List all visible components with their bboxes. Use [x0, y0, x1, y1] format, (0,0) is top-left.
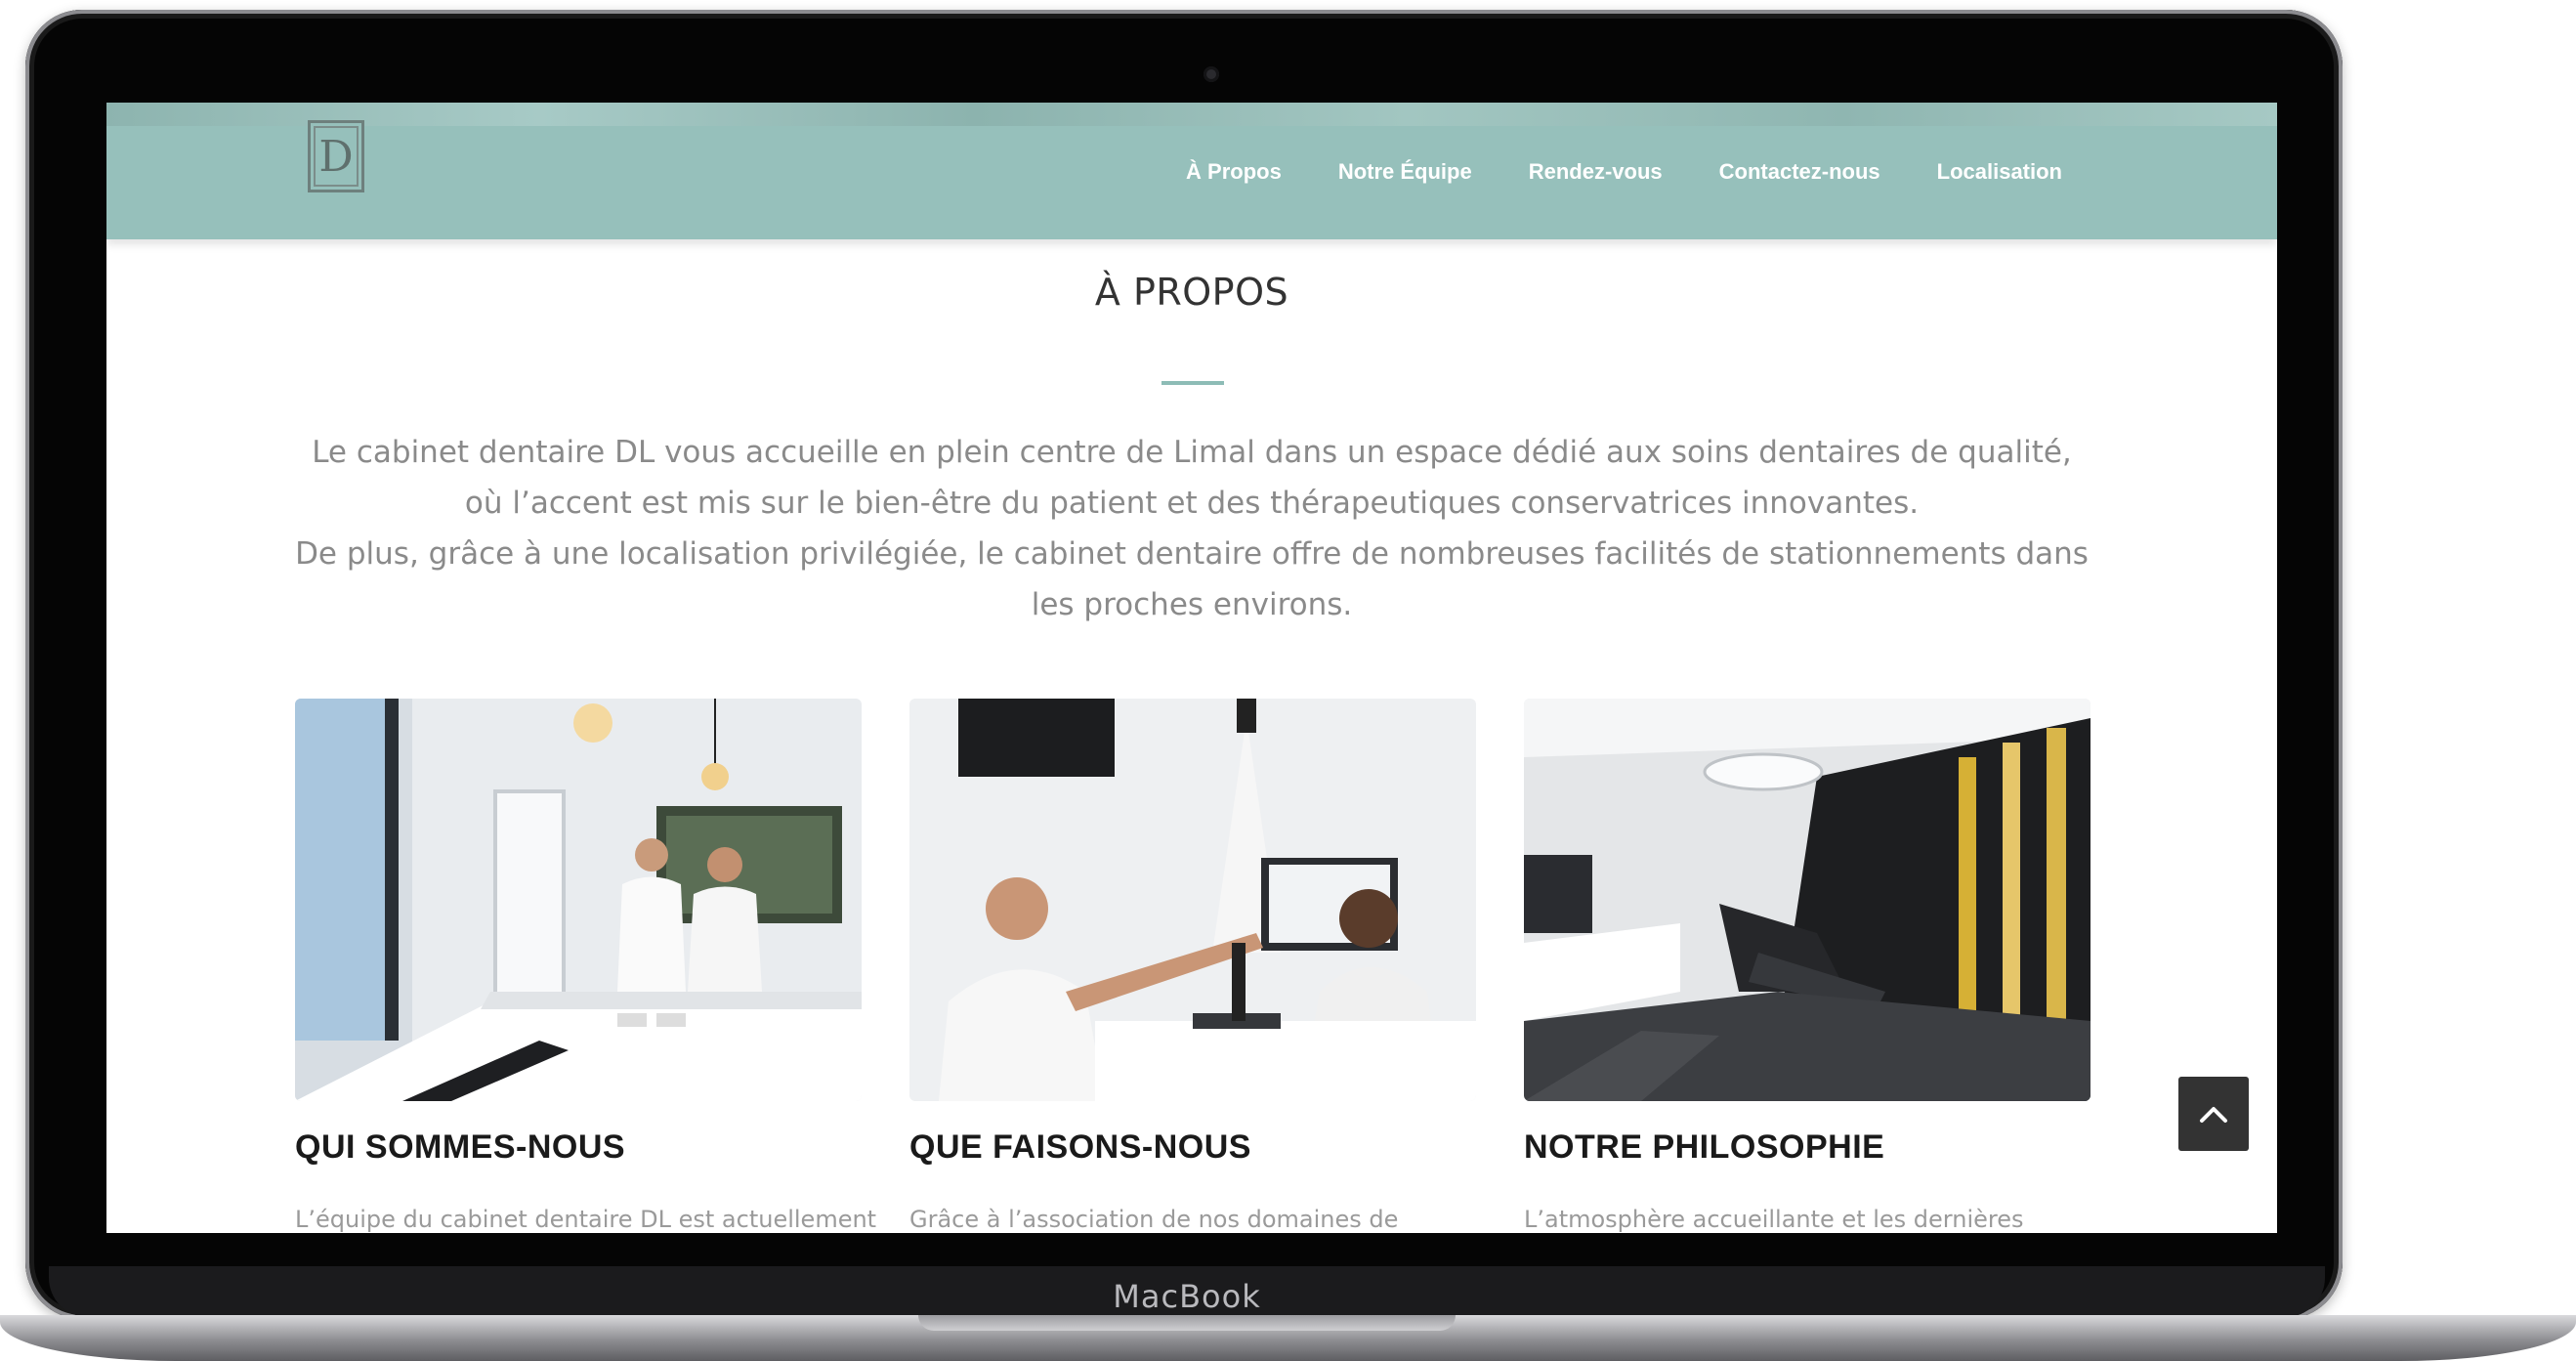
treatment-room-photo[interactable] — [1524, 699, 2090, 1101]
intro-paragraph-1: Le cabinet dentaire DL vous accueille en… — [312, 435, 2072, 521]
card-title[interactable]: NOTRE PHILOSOPHIE — [1524, 1128, 2090, 1167]
chevron-up-icon — [2200, 1107, 2227, 1123]
card-qui-sommes-nous: QUI SOMMES-NOUS L’équipe du cabinet dent… — [295, 699, 877, 1233]
reception-desk-photo[interactable] — [295, 699, 862, 1101]
navbar-background-strip — [106, 103, 2277, 126]
card-excerpt: L’atmosphère accueillante et les dernièr… — [1524, 1206, 2024, 1233]
browser-viewport: D À Propos Notre Équipe Rendez-vous Cont… — [106, 103, 2277, 1233]
logo-letter: D — [318, 131, 354, 182]
site-logo[interactable]: D — [308, 120, 364, 192]
laptop-brand-label: MacBook — [1113, 1278, 1261, 1315]
site-navbar: D À Propos Notre Équipe Rendez-vous Cont… — [106, 103, 2277, 239]
nav-link-rendez-vous[interactable]: Rendez-vous — [1529, 159, 1663, 185]
nav-link-contactez-nous[interactable]: Contactez-nous — [1719, 159, 1880, 185]
main-nav: À Propos Notre Équipe Rendez-vous Contac… — [1186, 159, 2062, 185]
card-title[interactable]: QUI SOMMES-NOUS — [295, 1128, 862, 1167]
card-notre-philosophie: NOTRE PHILOSOPHIE L’atmosphère accueilla… — [1524, 699, 2090, 1233]
intro-paragraph-2: De plus, grâce à une localisation privil… — [295, 536, 2089, 622]
nav-link-notre-equipe[interactable]: Notre Équipe — [1338, 159, 1472, 185]
section-title: À PROPOS — [1094, 271, 1289, 314]
about-intro: Le cabinet dentaire DL vous accueille en… — [292, 427, 2091, 630]
card-excerpt: Grâce à l’association de nos domaines de — [909, 1206, 1399, 1233]
card-que-faisons-nous: QUE FAISONS-NOUS Grâce à l’association d… — [909, 699, 1476, 1233]
card-excerpt: L’équipe du cabinet dentaire DL est actu… — [295, 1206, 877, 1233]
title-divider — [1161, 381, 1224, 385]
laptop-hinge-notch — [918, 1315, 1456, 1331]
card-title[interactable]: QUE FAISONS-NOUS — [909, 1128, 1476, 1167]
laptop-bezel: MacBook — [49, 1266, 2325, 1317]
nav-link-a-propos[interactable]: À Propos — [1186, 159, 1282, 185]
dentist-with-patient-photo[interactable] — [909, 699, 1476, 1101]
webcam — [1204, 66, 1219, 82]
back-to-top-button[interactable] — [2178, 1077, 2249, 1151]
nav-link-localisation[interactable]: Localisation — [1937, 159, 2062, 185]
